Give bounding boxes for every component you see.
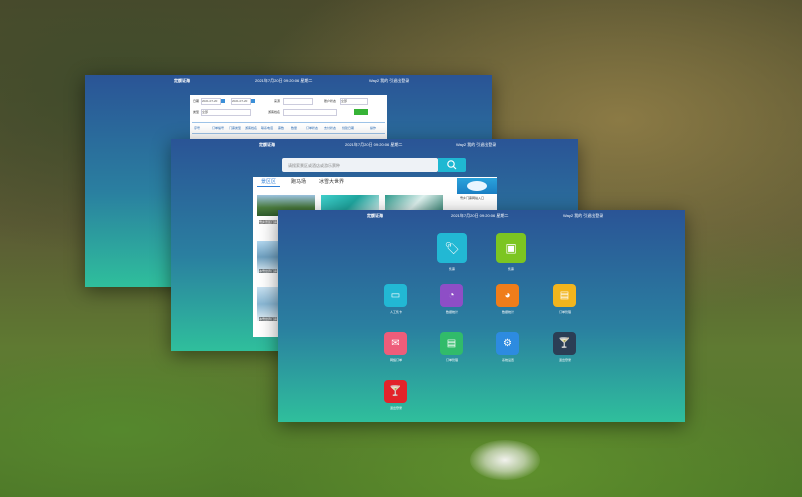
divider [192, 133, 385, 134]
menu-label: 售票 [448, 267, 455, 271]
confirm-button[interactable] [354, 109, 368, 115]
window-header: 定额证海 2021年7月20日 09:20:06 星期二 Way2 我的 引退出… [278, 210, 685, 220]
main-menu-window: 定额证海 2021年7月20日 09:20:06 星期二 Way2 我的 引退出… [278, 210, 685, 422]
user-links[interactable]: Way2 我的 引退出登录 [563, 213, 603, 219]
pie-chart-icon[interactable]: ◕ [496, 284, 519, 307]
ticket-title: 雪乡景区门票 [259, 220, 278, 224]
date-from-input[interactable]: 2021-07-20 [201, 98, 221, 105]
datetime: 2021年7月20日 09:20:06 星期二 [451, 213, 509, 218]
menu-label: 售票 [507, 267, 514, 271]
column-header: 门票类型 [229, 126, 242, 130]
source-input[interactable] [283, 98, 313, 105]
type-select[interactable]: 全部 [201, 109, 251, 116]
menu-label: 人工售卡 [389, 310, 402, 314]
column-header: 创建日期 [342, 126, 355, 130]
tourist-name-label: 游客姓名 [268, 110, 281, 114]
document-icon[interactable]: ▤ [553, 284, 576, 307]
date-label: 日期 [193, 99, 200, 103]
app-title: 定额证海 [367, 213, 383, 218]
window-header: 定额证海 2021年7月20日 09:20:06 星期二 Way2 我的 引退出… [85, 75, 492, 85]
tag-icon[interactable]: 🏷 [437, 233, 467, 263]
inbox-icon[interactable]: ✉ [384, 332, 407, 355]
brand-logo-icon [467, 181, 487, 191]
datetime: 2021年7月20日 09:20:06 星期二 [345, 142, 403, 147]
column-header: 序号 [194, 126, 201, 130]
tab-scenic[interactable]: 景区区 [257, 178, 281, 187]
column-header: 操作 [370, 126, 377, 130]
tab-racecourse[interactable]: 跑马场 [287, 178, 310, 186]
promo-card[interactable]: 雪乡门票网站入口 [457, 178, 497, 206]
menu-label: 订单管理 [445, 358, 458, 362]
column-header: 游客姓名 [245, 126, 258, 130]
user-links[interactable]: Way2 我的 引退出登录 [456, 142, 496, 148]
source-label: 来源 [274, 99, 281, 103]
search-icon [447, 160, 457, 170]
column-header: 订单状态 [306, 126, 319, 130]
menu-label: 数据统计 [445, 310, 458, 314]
promo-caption: 雪乡门票网站入口 [460, 196, 485, 200]
app-title: 定额证海 [259, 142, 275, 147]
search-button[interactable] [438, 158, 466, 172]
column-header: 订单编号 [212, 126, 225, 130]
ticket-title: 冰雪世界门票 [259, 269, 278, 273]
column-header: 票数 [278, 126, 285, 130]
cocktail-icon[interactable]: 🍸 [553, 332, 576, 355]
gear-icon[interactable]: ⚙ [496, 332, 519, 355]
column-header: 联系电话 [261, 126, 274, 130]
menu-label: 网络订单 [389, 358, 402, 362]
date-to-input[interactable]: 2021-07-20 [231, 98, 251, 105]
white-flower-blur [470, 440, 540, 480]
menu-label: 退出登录 [558, 358, 571, 362]
tab-ice-world[interactable]: 冰雪大世界 [315, 178, 348, 186]
menu-label: 系统设置 [501, 358, 514, 362]
tourist-name-input[interactable] [283, 109, 337, 116]
cocktail-icon[interactable]: 🍸 [384, 380, 407, 403]
menu-label: 数据统计 [501, 310, 514, 314]
divider [192, 122, 385, 123]
type-label: 类型 [193, 110, 200, 114]
document-icon[interactable]: ▤ [440, 332, 463, 355]
printer-icon[interactable]: ▣ [496, 233, 526, 263]
app-title: 定额证海 [174, 78, 190, 83]
pie-chart-icon[interactable]: ◔ [440, 284, 463, 307]
user-links[interactable]: Way2 我的 引退出登录 [369, 78, 409, 84]
calendar-icon[interactable] [251, 99, 255, 103]
ticket-title: 冰雪世界门票 [259, 317, 278, 321]
window-header: 定额证海 2021年7月20日 09:20:06 星期二 Way2 我的 引退出… [171, 139, 578, 149]
column-header: 支付状态 [324, 126, 337, 130]
status-label: 账户状态 [324, 99, 337, 103]
calendar-icon[interactable] [221, 99, 225, 103]
search-placeholder: 请搜索景区或酒店或游乐票种 [288, 163, 340, 168]
datetime: 2021年7月20日 09:20:06 星期二 [255, 78, 313, 83]
status-select[interactable]: 全部 [340, 98, 368, 105]
card-icon[interactable]: ▭ [384, 284, 407, 307]
search-input[interactable]: 请搜索景区或酒店或游乐票种 [282, 158, 438, 172]
menu-label: 订单管理 [558, 310, 571, 314]
column-header: 数量 [291, 126, 298, 130]
menu-label: 退出登录 [389, 406, 402, 410]
